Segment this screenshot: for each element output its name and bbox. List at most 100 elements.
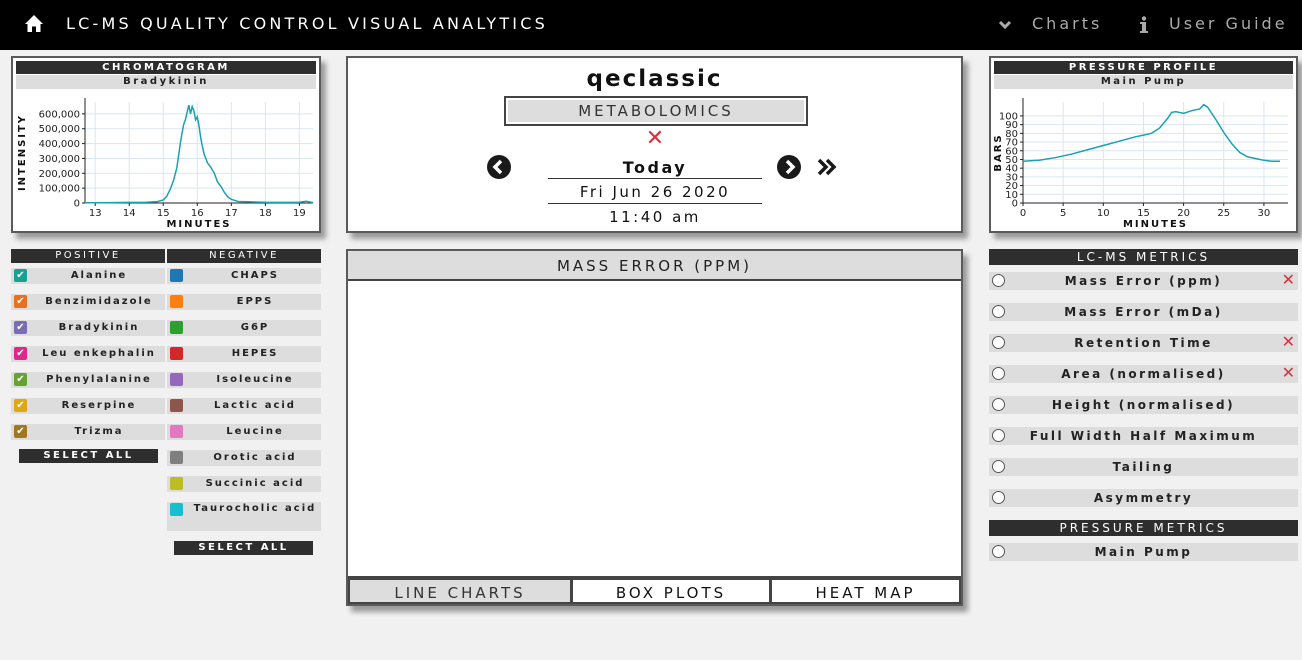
positive-compound-row[interactable]: ✔ Leu enkephalin <box>11 346 165 362</box>
x-tick-label: 25 <box>1217 208 1230 219</box>
x-tick-label: 19 <box>293 208 306 219</box>
compound-label: Taurocholic acid <box>193 503 317 514</box>
radio-button[interactable] <box>992 367 1005 380</box>
compound-label: Bradykinin <box>58 322 140 333</box>
checkbox-checked-icon[interactable]: ✔ <box>14 373 27 386</box>
y-tick-label: 500,000 <box>39 124 80 135</box>
x-tick-label: 13 <box>89 208 102 219</box>
metric-row[interactable]: Mass Error (ppm) ✕ <box>989 270 1298 290</box>
radio-button[interactable] <box>992 429 1005 442</box>
previous-run-icon[interactable] <box>487 155 511 179</box>
checkbox-checked-icon[interactable]: ✔ <box>14 295 27 308</box>
error-x-icon: ✕ <box>645 126 665 151</box>
x-tick-label: 18 <box>259 208 272 219</box>
charts-menu-link[interactable]: Charts <box>1032 14 1102 33</box>
metric-row[interactable]: Tailing <box>989 458 1298 476</box>
info-icon[interactable] <box>1139 16 1149 34</box>
checkbox-checked-icon[interactable]: ✔ <box>14 399 27 412</box>
x-tick-label: 14 <box>123 208 136 219</box>
metric-row[interactable]: Height (normalised) <box>989 396 1298 414</box>
compound-label: Alanine <box>70 270 128 281</box>
pressure-subtitle: Main Pump <box>994 75 1293 89</box>
tab-heat-map[interactable]: HEAT MAP <box>770 578 961 604</box>
mass-error-title: MASS ERROR (PPM) <box>348 251 961 281</box>
chromatogram-title: CHROMATOGRAM <box>16 61 316 74</box>
positive-compound-row[interactable]: ✔ Benzimidazole <box>11 294 165 310</box>
color-swatch[interactable] <box>170 425 183 438</box>
x-tick-label: 5 <box>1060 208 1066 219</box>
positive-compound-row[interactable]: ✔ Bradykinin <box>11 320 165 336</box>
negative-compound-row[interactable]: CHAPS <box>167 268 321 284</box>
x-tick-label: 30 <box>1258 208 1271 219</box>
metric-row[interactable]: Mass Error (mDa) <box>989 303 1298 321</box>
x-tick-label: 15 <box>1137 208 1150 219</box>
radio-button[interactable] <box>992 398 1005 411</box>
top-nav-bar: LC-MS QUALITY CONTROL VISUAL ANALYTICS C… <box>0 0 1302 50</box>
positive-compound-row[interactable]: ✔ Reserpine <box>11 398 165 414</box>
color-swatch[interactable] <box>170 295 183 308</box>
chevron-down-icon[interactable] <box>998 18 1012 32</box>
radio-button[interactable] <box>992 305 1005 318</box>
checkbox-checked-icon[interactable]: ✔ <box>14 347 27 360</box>
positive-compound-row[interactable]: ✔ Alanine <box>11 268 165 284</box>
radio-button[interactable] <box>992 545 1005 558</box>
color-swatch[interactable] <box>170 399 183 412</box>
flag-x-icon: ✕ <box>1281 270 1295 289</box>
radio-button[interactable] <box>992 274 1005 287</box>
compound-label: Succinic acid <box>205 478 305 489</box>
mode-selector-button[interactable]: METABOLOMICS <box>504 96 808 126</box>
tab-line-charts[interactable]: LINE CHARTS <box>348 578 572 604</box>
metric-row[interactable]: Full Width Half Maximum <box>989 427 1298 445</box>
compound-label: Reserpine <box>61 400 137 411</box>
negative-compound-row[interactable]: Taurocholic acid <box>167 502 321 531</box>
metric-row[interactable]: Asymmetry <box>989 489 1298 507</box>
y-tick-label: 200,000 <box>39 169 80 180</box>
metric-row[interactable]: Main Pump <box>989 543 1298 561</box>
negative-compound-row[interactable]: Leucine <box>167 424 321 440</box>
negative-compound-row[interactable]: G6P <box>167 320 321 336</box>
negative-compound-row[interactable]: Succinic acid <box>167 476 321 492</box>
run-info-panel: qeclassic METABOLOMICS ✕ Today Fri Jun 2… <box>346 56 963 233</box>
next-run-icon[interactable] <box>777 155 801 179</box>
radio-button[interactable] <box>992 460 1005 473</box>
metric-label: Asymmetry <box>1093 491 1194 505</box>
metric-label: Main Pump <box>1094 545 1193 559</box>
color-swatch[interactable] <box>170 347 183 360</box>
color-swatch[interactable] <box>170 321 183 334</box>
checkbox-checked-icon[interactable]: ✔ <box>14 321 27 334</box>
compound-label: EPPS <box>236 296 274 307</box>
metric-label: Height (normalised) <box>1051 398 1236 412</box>
select-all-positive-button[interactable]: SELECT ALL <box>19 449 158 463</box>
metric-row[interactable]: Retention Time ✕ <box>989 332 1298 352</box>
pressure-chart: 0 5 10 15 20 25 300102030405060708090100MINUTE… <box>993 98 1288 230</box>
flag-x-icon: ✕ <box>1281 363 1295 382</box>
radio-button[interactable] <box>992 491 1005 504</box>
instrument-name: qeclassic <box>586 66 723 92</box>
negative-compound-row[interactable]: HEPES <box>167 346 321 362</box>
checkbox-checked-icon[interactable]: ✔ <box>14 425 27 438</box>
negative-compound-row[interactable]: Lactic acid <box>167 398 321 414</box>
positive-compound-row[interactable]: ✔ Trizma <box>11 424 165 440</box>
radio-button[interactable] <box>992 336 1005 349</box>
color-swatch[interactable] <box>170 477 183 490</box>
color-swatch[interactable] <box>170 269 183 282</box>
user-guide-link[interactable]: User Guide <box>1169 14 1288 33</box>
flag-x-icon: ✕ <box>1281 332 1295 351</box>
checkbox-checked-icon[interactable]: ✔ <box>14 269 27 282</box>
metric-row[interactable]: Area (normalised) ✕ <box>989 363 1298 383</box>
negative-compound-row[interactable]: Orotic acid <box>167 450 321 466</box>
metric-label: Mass Error (mDa) <box>1064 305 1223 319</box>
home-icon[interactable] <box>24 14 44 34</box>
color-swatch[interactable] <box>170 373 183 386</box>
latest-run-icon[interactable] <box>816 158 838 176</box>
tab-box-plots[interactable]: BOX PLOTS <box>571 578 771 604</box>
mass-error-panel: MASS ERROR (PPM) LINE CHARTS BOX PLOTS H… <box>346 249 963 606</box>
y-tick-label: 300,000 <box>39 154 80 165</box>
positive-compound-row[interactable]: ✔ Phenylalanine <box>11 372 165 388</box>
color-swatch[interactable] <box>170 451 183 464</box>
select-all-negative-button[interactable]: SELECT ALL <box>174 541 313 555</box>
divider <box>548 178 762 179</box>
negative-compound-row[interactable]: Isoleucine <box>167 372 321 388</box>
negative-compound-row[interactable]: EPPS <box>167 294 321 310</box>
color-swatch[interactable] <box>170 503 183 516</box>
